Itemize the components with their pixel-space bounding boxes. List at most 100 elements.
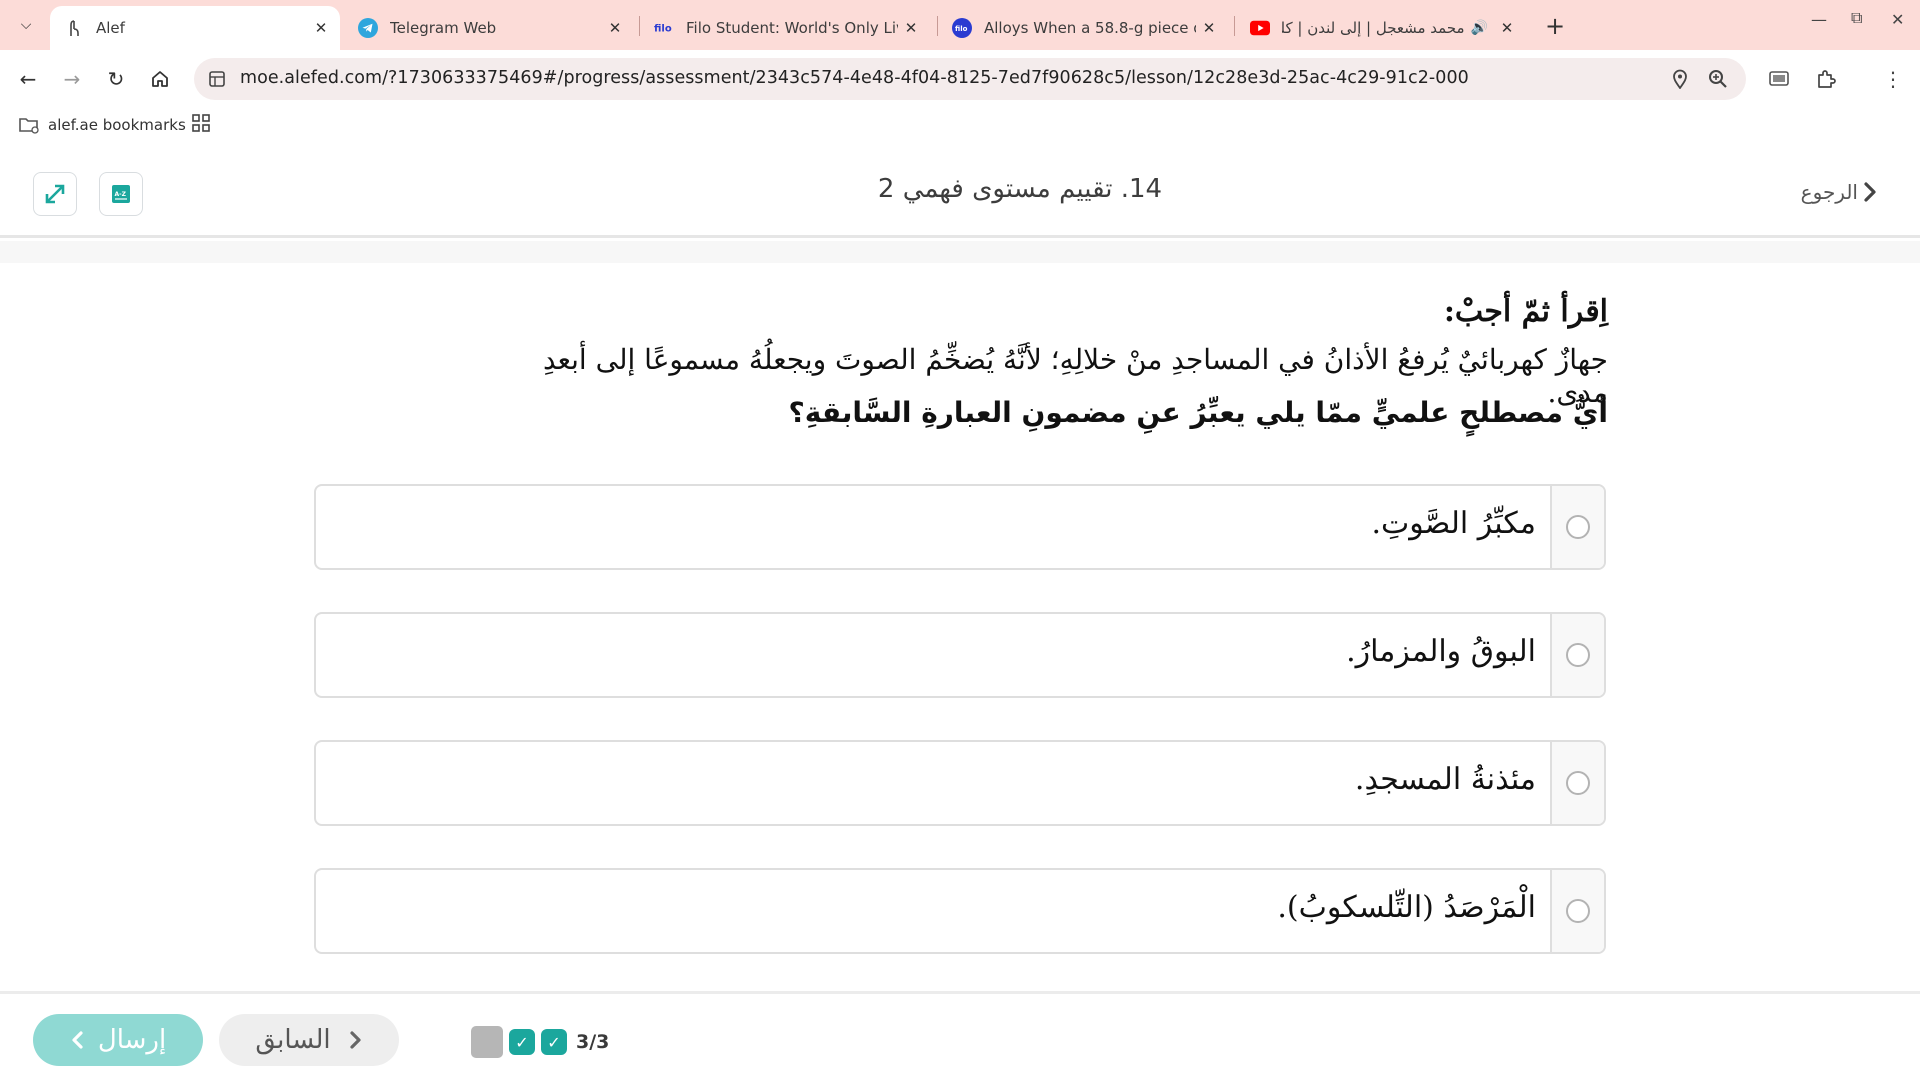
reload-icon: ↻ bbox=[107, 67, 125, 91]
tab-separator bbox=[1234, 16, 1235, 36]
tab-title: Alef bbox=[96, 19, 125, 37]
radio-button[interactable] bbox=[1566, 899, 1590, 923]
content-divider bbox=[0, 241, 1920, 263]
question-progress: ✓ ✓ 3/3 bbox=[471, 1026, 609, 1058]
radio-cell[interactable] bbox=[1550, 870, 1604, 952]
restore-icon: ⧉ bbox=[1851, 8, 1863, 27]
bookmarks-bar: alef.ae bookmarks bbox=[0, 108, 1920, 150]
chevron-right-icon bbox=[1864, 182, 1876, 202]
expand-icon bbox=[45, 184, 65, 204]
option-label: البوقُ والمزمارُ. bbox=[1346, 634, 1536, 669]
chevron-right-icon bbox=[349, 1031, 361, 1049]
tab-telegram[interactable]: Telegram Web ✕ bbox=[344, 6, 634, 50]
filo-icon: filo bbox=[654, 18, 674, 38]
minimize-icon: — bbox=[1811, 10, 1827, 29]
location-icon[interactable] bbox=[1668, 67, 1692, 91]
send-button[interactable]: إرسال bbox=[33, 1014, 203, 1066]
tab-youtube[interactable]: محمد مشعجل | إلى لندن | كلما 🔊 ✕ bbox=[1236, 6, 1526, 50]
progress-step-pending[interactable] bbox=[471, 1026, 503, 1058]
home-icon bbox=[152, 71, 168, 87]
chevron-left-icon bbox=[72, 1031, 83, 1049]
glossary-button[interactable]: A-Z bbox=[99, 172, 143, 216]
dictionary-icon: A-Z bbox=[112, 185, 130, 203]
cast-button[interactable] bbox=[1766, 66, 1792, 92]
bookmark-folder-label: alef.ae bookmarks bbox=[48, 116, 186, 134]
svg-text:filo: filo bbox=[654, 24, 672, 35]
radio-cell[interactable] bbox=[1550, 614, 1604, 696]
fullscreen-button[interactable] bbox=[33, 172, 77, 216]
close-window-button[interactable]: ✕ bbox=[1891, 10, 1904, 29]
answer-option-2[interactable]: البوقُ والمزمارُ. bbox=[314, 612, 1606, 698]
filo-icon: filo bbox=[952, 18, 972, 38]
answer-option-1[interactable]: مكبِّرُ الصَّوتِ. bbox=[314, 484, 1606, 570]
tab-filo-student[interactable]: filo Filo Student: World's Only Live I ✕ bbox=[640, 6, 930, 50]
close-icon[interactable]: ✕ bbox=[1494, 15, 1520, 41]
grid-icon bbox=[192, 114, 210, 132]
tab-search-button[interactable]: ⌵ bbox=[10, 10, 42, 40]
reload-button[interactable]: ↻ bbox=[98, 61, 134, 97]
speaker-icon[interactable]: 🔊 bbox=[1471, 20, 1488, 36]
tab-filo-alloys[interactable]: filo Alloys When a 58.8-g piece of h ✕ bbox=[938, 6, 1228, 50]
chevron-down-icon: ⌵ bbox=[20, 17, 32, 33]
home-button[interactable] bbox=[142, 61, 178, 97]
url-text[interactable]: moe.alefed.com/?1730633375469#/progress/… bbox=[240, 68, 1470, 88]
apps-button[interactable] bbox=[191, 113, 211, 137]
progress-count: 3/3 bbox=[576, 1031, 610, 1053]
assessment-footer: إرسال السابق ✓ ✓ 3/3 bbox=[0, 991, 1920, 1080]
question-area: اِقرأ ثمّ أجبْ: جهازٌ كهربائيٌ يُرفعُ ال… bbox=[0, 241, 1920, 991]
option-label: مكبِّرُ الصَّوتِ. bbox=[1371, 506, 1536, 541]
arrow-left-icon: ← bbox=[19, 67, 37, 91]
progress-step-done[interactable]: ✓ bbox=[509, 1029, 535, 1055]
bookmark-folder[interactable]: alef.ae bookmarks bbox=[18, 116, 186, 134]
progress-summary-check: ✓ bbox=[541, 1029, 567, 1055]
lesson-header: A-Z 14. تقييم مستوى فهمي 2 الرجوع bbox=[0, 150, 1920, 238]
close-icon[interactable]: ✕ bbox=[308, 15, 334, 41]
telegram-icon bbox=[358, 18, 378, 38]
more-vertical-icon: ⋮ bbox=[1883, 67, 1903, 91]
browser-toolbar: ← → ↻ moe.alefed.com/?1730633375469#/pro… bbox=[0, 50, 1920, 108]
close-icon[interactable]: ✕ bbox=[602, 15, 628, 41]
svg-text:filo: filo bbox=[955, 25, 968, 33]
close-icon: ✕ bbox=[1891, 10, 1905, 29]
alef-favicon-icon bbox=[64, 18, 84, 38]
radio-cell[interactable] bbox=[1550, 486, 1604, 568]
svg-text:A-Z: A-Z bbox=[115, 191, 127, 198]
tab-title: محمد مشعجل | إلى لندن | كلما bbox=[1282, 19, 1465, 37]
site-info-icon[interactable] bbox=[206, 68, 228, 90]
close-icon[interactable]: ✕ bbox=[898, 15, 924, 41]
radio-button[interactable] bbox=[1566, 643, 1590, 667]
arrow-right-icon: → bbox=[63, 67, 81, 91]
tab-title: Filo Student: World's Only Live I bbox=[686, 19, 898, 37]
extensions-button[interactable] bbox=[1813, 66, 1839, 92]
minimize-button[interactable]: — bbox=[1811, 10, 1827, 29]
check-icon: ✓ bbox=[515, 1032, 529, 1052]
answer-option-3[interactable]: مئذنةُ المسجدِ. bbox=[314, 740, 1606, 826]
puzzle-icon bbox=[1818, 70, 1836, 88]
back-link[interactable]: الرجوع bbox=[1801, 180, 1878, 204]
answer-option-4[interactable]: الْمَرْصَدُ (التِّلسكوبُ). bbox=[314, 868, 1606, 954]
back-button[interactable]: ← bbox=[10, 61, 46, 97]
restore-button[interactable]: ⧉ bbox=[1851, 8, 1862, 28]
browser-menu-button[interactable]: ⋮ bbox=[1880, 66, 1906, 92]
question-heading: اِقرأ ثمّ أجبْ: bbox=[1443, 294, 1608, 329]
tab-alef[interactable]: Alef ✕ bbox=[50, 6, 340, 50]
forward-button[interactable]: → bbox=[54, 61, 90, 97]
folder-icon bbox=[19, 118, 39, 134]
tab-title: Alloys When a 58.8-g piece of h bbox=[984, 19, 1196, 37]
address-bar[interactable]: moe.alefed.com/?1730633375469#/progress/… bbox=[194, 58, 1746, 100]
question-prompt: أيُّ مصطلحٍ علميٍّ ممّا يلي يعبِّرُ عنِ … bbox=[788, 396, 1608, 429]
back-label: الرجوع bbox=[1800, 180, 1858, 204]
previous-label: السابق bbox=[255, 1025, 331, 1055]
browser-tabbar: ⌵ Alef ✕ Telegram Web ✕ filo Filo Studen… bbox=[0, 0, 1920, 50]
radio-cell[interactable] bbox=[1550, 742, 1604, 824]
youtube-icon bbox=[1250, 18, 1270, 38]
option-label: الْمَرْصَدُ (التِّلسكوبُ). bbox=[1277, 890, 1536, 925]
close-icon[interactable]: ✕ bbox=[1196, 15, 1222, 41]
option-label: مئذنةُ المسجدِ. bbox=[1354, 762, 1536, 797]
radio-button[interactable] bbox=[1566, 771, 1590, 795]
radio-button[interactable] bbox=[1566, 515, 1590, 539]
previous-button[interactable]: السابق bbox=[219, 1014, 399, 1066]
zoom-icon[interactable] bbox=[1706, 67, 1730, 91]
page-title: 14. تقييم مستوى فهمي 2 bbox=[877, 174, 1163, 204]
new-tab-button[interactable]: + bbox=[1541, 12, 1569, 40]
